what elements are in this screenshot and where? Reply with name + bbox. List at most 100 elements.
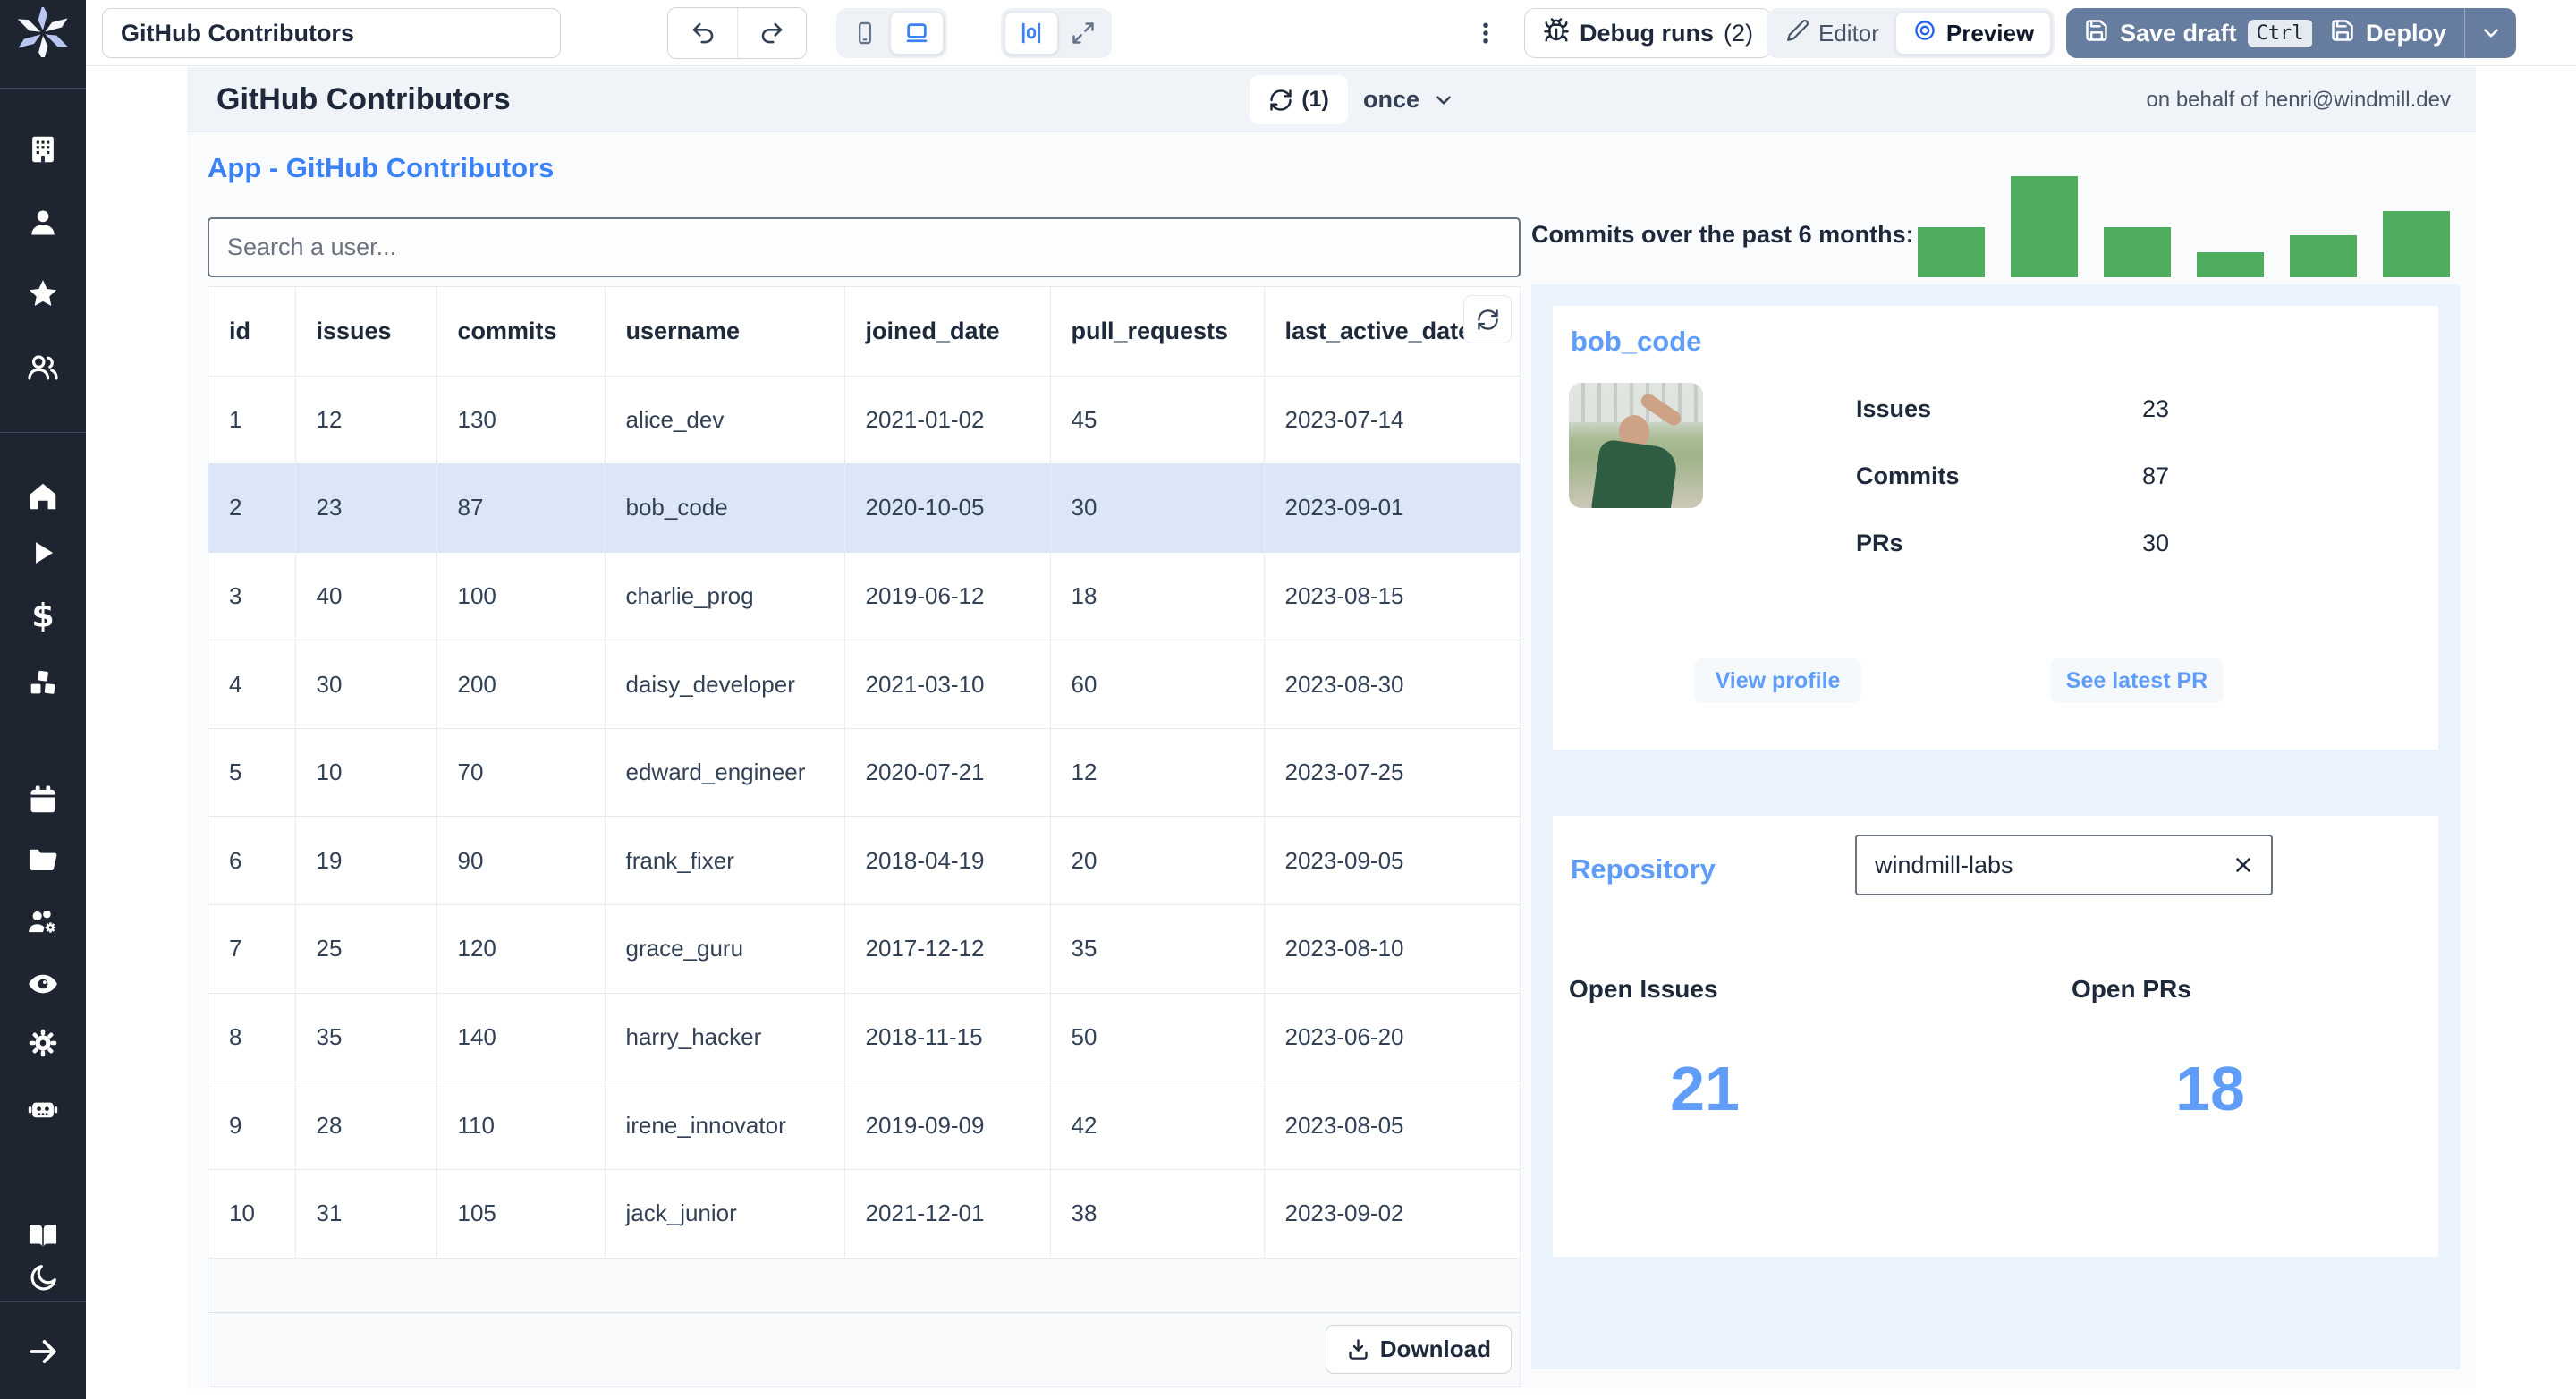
user-icon[interactable] xyxy=(0,206,86,240)
table-row-selected[interactable]: 2 23 87 bob_code 2020-10-05 30 2023-09-01 xyxy=(208,463,1520,553)
play-icon[interactable] xyxy=(0,536,86,570)
desktop-view-button[interactable] xyxy=(890,12,944,55)
stat-label: PRs xyxy=(1856,530,1903,556)
commits-bar-chart xyxy=(1918,176,2450,277)
deploy-dropdown-button[interactable] xyxy=(2464,8,2516,58)
clear-input-button[interactable] xyxy=(2232,853,2271,877)
table-header-row: id issues commits username joined_date p… xyxy=(208,287,1520,376)
star-icon[interactable] xyxy=(0,277,86,311)
stat-label: Commits xyxy=(1856,462,1960,489)
blue-panel: bob_code Issues 23 Commits 87 PRs 30 Vie… xyxy=(1531,284,2460,1369)
app-refresh-button[interactable]: (1) xyxy=(1250,75,1348,124)
repository-card-title: Repository xyxy=(1571,853,1716,885)
table-row[interactable]: 5 10 70 edward_engineer 2020-07-21 12 2023-07-… xyxy=(208,727,1520,817)
col-header: joined_date xyxy=(844,287,1051,376)
repository-input[interactable] xyxy=(1857,851,2232,879)
right-column: Commits over the past 6 months: bob_code… xyxy=(1531,67,2462,1389)
home-icon[interactable] xyxy=(0,479,86,513)
dollar-icon[interactable]: $ xyxy=(0,599,86,633)
table-footer: Download xyxy=(208,1311,1520,1386)
eye-icon[interactable] xyxy=(0,967,86,1001)
cubes-icon[interactable] xyxy=(0,666,86,700)
building-icon[interactable] xyxy=(0,132,86,166)
stat-label: Issues xyxy=(1856,395,1932,422)
preview-tab[interactable]: Preview xyxy=(1894,12,2052,55)
deploy-save-icon xyxy=(2330,18,2355,49)
table-row[interactable]: 3 40 100 charlie_prog 2019-06-12 18 2023-08-15 xyxy=(208,551,1520,640)
stat-row: PRs 30 xyxy=(1856,530,2357,557)
commit-bar xyxy=(2011,176,2078,277)
commit-bar xyxy=(2197,252,2264,277)
open-prs-label: Open PRs xyxy=(2072,975,2191,1003)
table-row[interactable]: 4 30 200 daisy_developer 2021-03-10 60 2023-08… xyxy=(208,640,1520,729)
col-header: username xyxy=(605,287,845,376)
repository-card: Repository Open Issues Open PRs 21 18 xyxy=(1553,816,2438,1257)
calendar-icon[interactable] xyxy=(0,783,86,817)
table-row[interactable]: 10 31 105 jack_junior 2021-12-01 38 2023-09-02 xyxy=(208,1168,1520,1258)
table-row[interactable]: 7 25 120 grace_guru 2017-12-12 35 2023-08-10 xyxy=(208,904,1520,994)
app-preview-area: GitHub Contributors (1) once on behalf o… xyxy=(86,66,2576,1399)
pencil-icon xyxy=(1786,19,1809,48)
folder-icon[interactable] xyxy=(0,842,86,876)
deploy-button[interactable]: Deploy xyxy=(2312,8,2464,58)
editor-toolbar: Debug runs (2) Editor Preview xyxy=(86,0,2576,66)
sidebar-divider xyxy=(0,1301,86,1302)
schedule-dropdown[interactable]: once xyxy=(1363,67,1455,132)
moon-icon[interactable] xyxy=(0,1262,86,1294)
close-icon xyxy=(2236,858,2250,872)
table-empty-band xyxy=(208,1257,1520,1312)
repository-input-wrap xyxy=(1855,835,2273,895)
users-icon[interactable] xyxy=(0,351,86,385)
download-label: Download xyxy=(1379,1335,1491,1363)
table-row[interactable]: 1 12 130 alice_dev 2021-01-02 45 2023-07-14 xyxy=(208,375,1520,464)
mobile-view-button[interactable] xyxy=(840,12,890,55)
book-icon[interactable] xyxy=(0,1218,86,1252)
centered-layout-button[interactable] xyxy=(1004,12,1058,55)
download-icon xyxy=(1349,1339,1368,1361)
sidebar: $ xyxy=(0,0,86,1399)
col-header: issues xyxy=(295,287,437,376)
col-header: id xyxy=(208,287,296,376)
app-title-input[interactable] xyxy=(102,8,561,58)
col-header: pull_requests xyxy=(1050,287,1265,376)
deploy-split-button: Deploy xyxy=(2312,8,2517,58)
user-group-gear-icon[interactable] xyxy=(0,905,86,939)
col-header: commits xyxy=(436,287,606,376)
fullscreen-button[interactable] xyxy=(1058,12,1108,55)
commits-chart-label: Commits over the past 6 months: xyxy=(1531,221,1914,248)
table-row[interactable]: 9 28 110 irene_innovator 2019-09-09 42 2023-08… xyxy=(208,1081,1520,1170)
user-card-title: bob_code xyxy=(1571,326,1702,357)
redo-button[interactable] xyxy=(737,8,806,58)
stat-value: 87 xyxy=(2142,462,2170,489)
windmill-app-editor: $ GitHub Contributors Debug runs (2) Edi… xyxy=(0,0,2576,1399)
gear-icon[interactable] xyxy=(0,1026,86,1060)
robot-icon[interactable] xyxy=(0,1091,86,1125)
table-row[interactable]: 8 35 140 harry_hacker 2018-11-15 50 2023-06-20 xyxy=(208,992,1520,1081)
bug-icon xyxy=(1543,17,1570,50)
see-latest-pr-button[interactable]: See latest PR xyxy=(2050,658,2224,703)
contributors-table: id issues commits username joined_date p… xyxy=(208,286,1521,1387)
debug-runs-count: (2) xyxy=(1724,19,1754,47)
stat-row: Issues 23 xyxy=(1856,395,2357,423)
commit-bar xyxy=(1918,227,1985,277)
editor-tab[interactable]: Editor xyxy=(1770,12,1895,55)
kebab-menu-button[interactable] xyxy=(1468,8,1504,58)
editor-preview-toggle: Editor Preview xyxy=(1767,8,2055,58)
windmill-logo-icon[interactable] xyxy=(0,7,86,57)
commit-bar xyxy=(2383,211,2450,277)
download-button[interactable]: Download xyxy=(1325,1325,1512,1375)
device-toggle xyxy=(836,8,947,58)
commit-bar xyxy=(2104,227,2171,277)
table-row[interactable]: 6 19 90 frank_fixer 2018-04-19 20 2023-09-05 xyxy=(208,816,1520,905)
table-refresh-button[interactable] xyxy=(1463,295,1512,343)
undo-button[interactable] xyxy=(668,8,737,58)
preview-eye-icon xyxy=(1912,18,1937,49)
stat-value: 23 xyxy=(2142,395,2170,422)
undo-redo-group xyxy=(667,7,807,59)
view-profile-button[interactable]: View profile xyxy=(1694,658,1861,703)
search-user-input[interactable] xyxy=(208,217,1521,277)
stat-row: Commits 87 xyxy=(1856,462,2357,490)
debug-runs-button[interactable]: Debug runs (2) xyxy=(1524,8,1773,58)
arrow-right-icon[interactable] xyxy=(0,1335,86,1369)
sidebar-divider xyxy=(0,88,86,89)
